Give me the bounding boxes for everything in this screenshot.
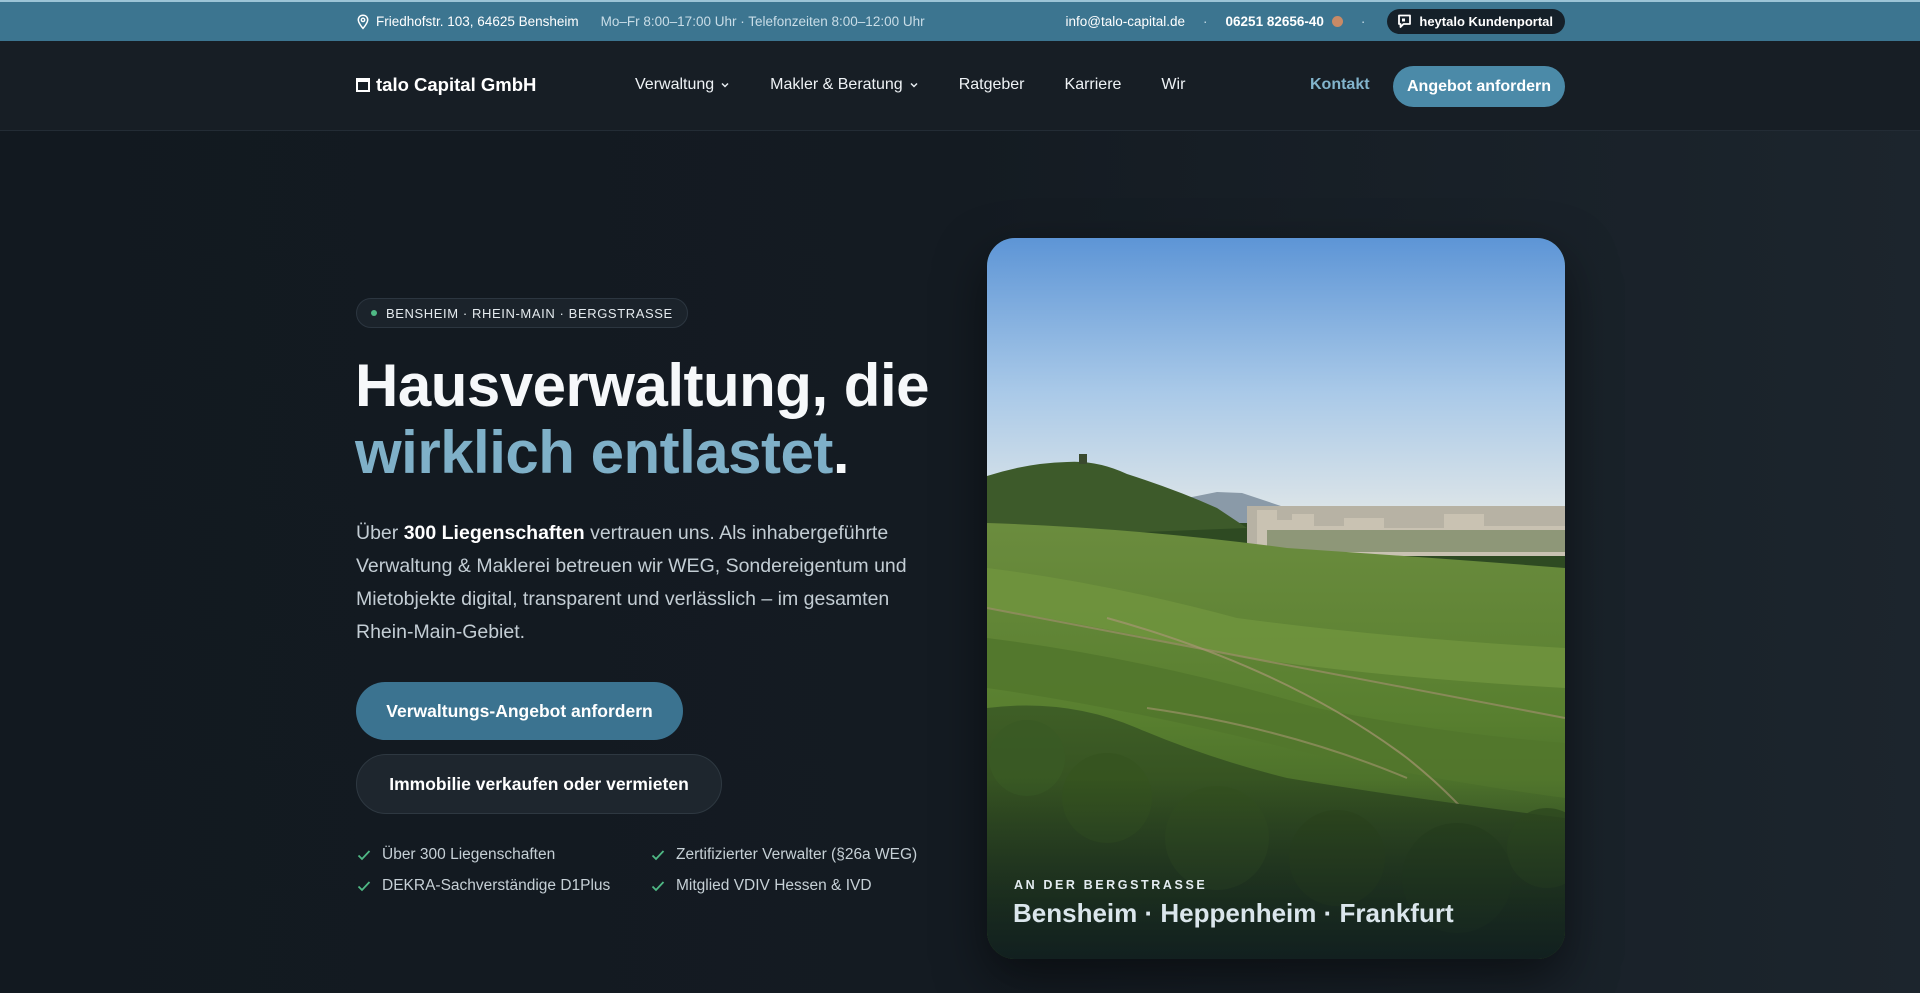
check-item-label: Zertifizierter Verwalter (§26a WEG) xyxy=(676,846,918,863)
address-text[interactable]: Friedhofstr. 103, 64625 Bensheim xyxy=(376,14,579,29)
nav-links: Verwaltung Makler & Beratung Ratgeber Ka… xyxy=(635,41,1225,129)
chevron-down-icon xyxy=(720,80,730,90)
nav-item-label: Ratgeber xyxy=(958,76,1025,93)
check-item-label: Mitglied VDIV Hessen & IVD xyxy=(676,877,872,894)
photo-kicker: AN DER BERGSTRASSE xyxy=(1014,878,1208,892)
check-item: Über 300 Liegenschaften xyxy=(356,846,555,864)
topbar-left: Friedhofstr. 103, 64625 Bensheim Mo–Fr 8… xyxy=(356,2,925,41)
logo-mark-icon xyxy=(356,78,370,92)
separator-dot: · xyxy=(1360,14,1366,29)
badge-dot xyxy=(371,310,377,316)
check-item-label: DEKRA-Sachverständige D1Plus xyxy=(382,877,611,894)
hero-lead-text: Über 300 Liegenschaften vertrauen uns. A… xyxy=(356,517,946,649)
lead-highlight: 300 Liegenschaften xyxy=(403,522,585,544)
region-badge: BENSHEIM · RHEIN-MAIN · BERGSTRASSE xyxy=(356,298,688,328)
nav-item-label: Verwaltung xyxy=(635,76,715,93)
checkmark-icon xyxy=(356,878,372,894)
nav-item-ratgeber[interactable]: Ratgeber xyxy=(959,76,1025,94)
topbar-right: info@talo-capital.de · 06251 82656-40 · … xyxy=(1066,2,1565,41)
hero-headline: Hausverwaltung, die wirklich entlastet. xyxy=(355,352,955,486)
check-item: DEKRA-Sachverständige D1Plus xyxy=(356,877,610,895)
contact-link[interactable]: Kontakt xyxy=(1310,41,1370,129)
logo-text: talo Capital GmbH xyxy=(376,74,537,95)
separator-dot: · xyxy=(1203,14,1208,29)
landscape-photo-card: AN DER BERGSTRASSE Bensheim · Heppenheim… xyxy=(987,238,1565,959)
chevron-down-icon xyxy=(909,80,919,90)
nav-item-label: Wir xyxy=(1161,76,1186,93)
office-hours-text: Mo–Fr 8:00–17:00 Uhr · Telefonzeiten 8:0… xyxy=(600,14,925,29)
headline-accent: wirklich entlastet xyxy=(355,419,833,486)
phone-link[interactable]: 06251 82656-40 xyxy=(1226,14,1324,29)
region-badge-label: BENSHEIM · RHEIN-MAIN · BERGSTRASSE xyxy=(386,305,673,321)
top-info-bar: Friedhofstr. 103, 64625 Bensheim Mo–Fr 8… xyxy=(0,0,1920,41)
email-link[interactable]: info@talo-capital.de xyxy=(1066,14,1186,29)
check-item: Zertifizierter Verwalter (§26a WEG) xyxy=(650,846,917,864)
checkmark-icon xyxy=(650,847,666,863)
checkmark-icon xyxy=(356,847,372,863)
nav-item-label: Makler & Beratung xyxy=(770,76,903,93)
main-navigation: talo Capital GmbH Verwaltung Makler & Be… xyxy=(0,41,1920,131)
check-item-label: Über 300 Liegenschaften xyxy=(382,846,556,863)
check-item: Mitglied VDIV Hessen & IVD xyxy=(650,877,872,895)
nav-item-verwaltung[interactable]: Verwaltung xyxy=(635,76,730,94)
headline-period: . xyxy=(832,419,850,486)
nav-item-karriere[interactable]: Karriere xyxy=(1065,76,1122,94)
photo-title: Bensheim · Heppenheim · Frankfurt xyxy=(1013,898,1454,928)
availability-status-dot xyxy=(1331,16,1343,27)
logo[interactable]: talo Capital GmbH xyxy=(356,41,536,129)
map-pin-icon xyxy=(356,13,370,30)
nav-item-label: Karriere xyxy=(1064,76,1122,93)
request-offer-button[interactable]: Angebot anfordern xyxy=(1393,66,1565,107)
photo-gradient-overlay xyxy=(987,779,1565,959)
hero-section xyxy=(0,131,1920,993)
nav-item-makler-beratung[interactable]: Makler & Beratung xyxy=(770,76,919,94)
lead-prefix: Über xyxy=(356,522,404,544)
headline-line1: Hausverwaltung, die xyxy=(355,352,929,419)
management-offer-button[interactable]: Verwaltungs-Angebot anfordern xyxy=(356,682,683,740)
checkmark-icon xyxy=(650,878,666,894)
chat-icon xyxy=(1397,14,1412,29)
customer-portal-label: heytalo Kundenportal xyxy=(1419,14,1553,29)
customer-portal-button[interactable]: heytalo Kundenportal xyxy=(1387,9,1565,34)
sell-or-rent-button[interactable]: Immobilie verkaufen oder vermieten xyxy=(356,754,722,814)
nav-item-wir[interactable]: Wir xyxy=(1161,76,1185,94)
